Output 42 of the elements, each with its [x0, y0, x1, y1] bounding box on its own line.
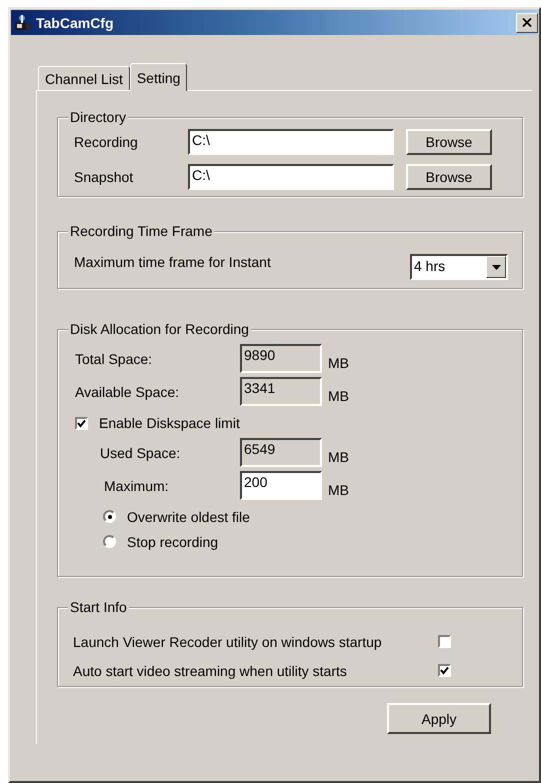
tab[interactable]: Setting	[130, 63, 188, 91]
radio-button[interactable]	[103, 535, 116, 548]
browse-button[interactable]: Browse	[406, 129, 492, 155]
field-label: Recording	[74, 134, 139, 150]
checkbox[interactable]	[438, 635, 451, 648]
group-title: Directory	[68, 109, 128, 125]
field-label: Snapshot	[74, 169, 134, 185]
radio-button[interactable]	[103, 510, 116, 523]
group-title: Disk Allocation for Recording	[68, 321, 251, 337]
path-field[interactable]: C:\	[188, 129, 394, 155]
checkbox-label: Launch Viewer Recoder utility on windows startup	[73, 634, 383, 650]
unit-label: MB	[328, 354, 349, 370]
apply-button[interactable]: Apply	[387, 703, 491, 734]
checkbox[interactable]	[438, 664, 451, 677]
checkbox-label: Enable Diskspace limit	[99, 415, 240, 431]
group-title: Recording Time Frame	[68, 223, 214, 239]
unit-label: MB	[328, 448, 349, 464]
input-field[interactable]: 200	[240, 471, 322, 500]
window-title: TabCamCfg	[36, 14, 115, 30]
checkbox[interactable]	[75, 416, 88, 430]
camera-icon	[13, 12, 33, 32]
field-label: Total Space:	[75, 350, 154, 366]
unit-label: MB	[328, 388, 349, 404]
path-field[interactable]: C:\	[188, 164, 394, 190]
browse-button[interactable]: Browse	[406, 164, 492, 190]
field-label: Used Space:	[100, 444, 182, 460]
radio-label: Stop recording	[127, 534, 218, 550]
dropdown-arrow-icon	[492, 264, 500, 270]
tab[interactable]: Channel List	[38, 66, 130, 90]
dropdown[interactable]: 4 hrs	[410, 254, 508, 280]
readonly-field: 3341	[240, 377, 322, 406]
close-button[interactable]	[516, 12, 538, 32]
readonly-field: 6549	[240, 438, 322, 467]
group-title: Start Info	[68, 599, 129, 615]
readonly-field: 9890	[240, 344, 322, 373]
field-label: Maximum:	[103, 478, 170, 494]
unit-label: MB	[328, 482, 349, 498]
field-label: Maximum time frame for Instant	[74, 254, 271, 270]
field-label: Available Space:	[75, 384, 180, 400]
radio-label: Overwrite oldest file	[127, 508, 250, 524]
close-icon	[522, 18, 532, 27]
checkbox-label: Auto start video streaming when utility starts	[73, 662, 348, 678]
